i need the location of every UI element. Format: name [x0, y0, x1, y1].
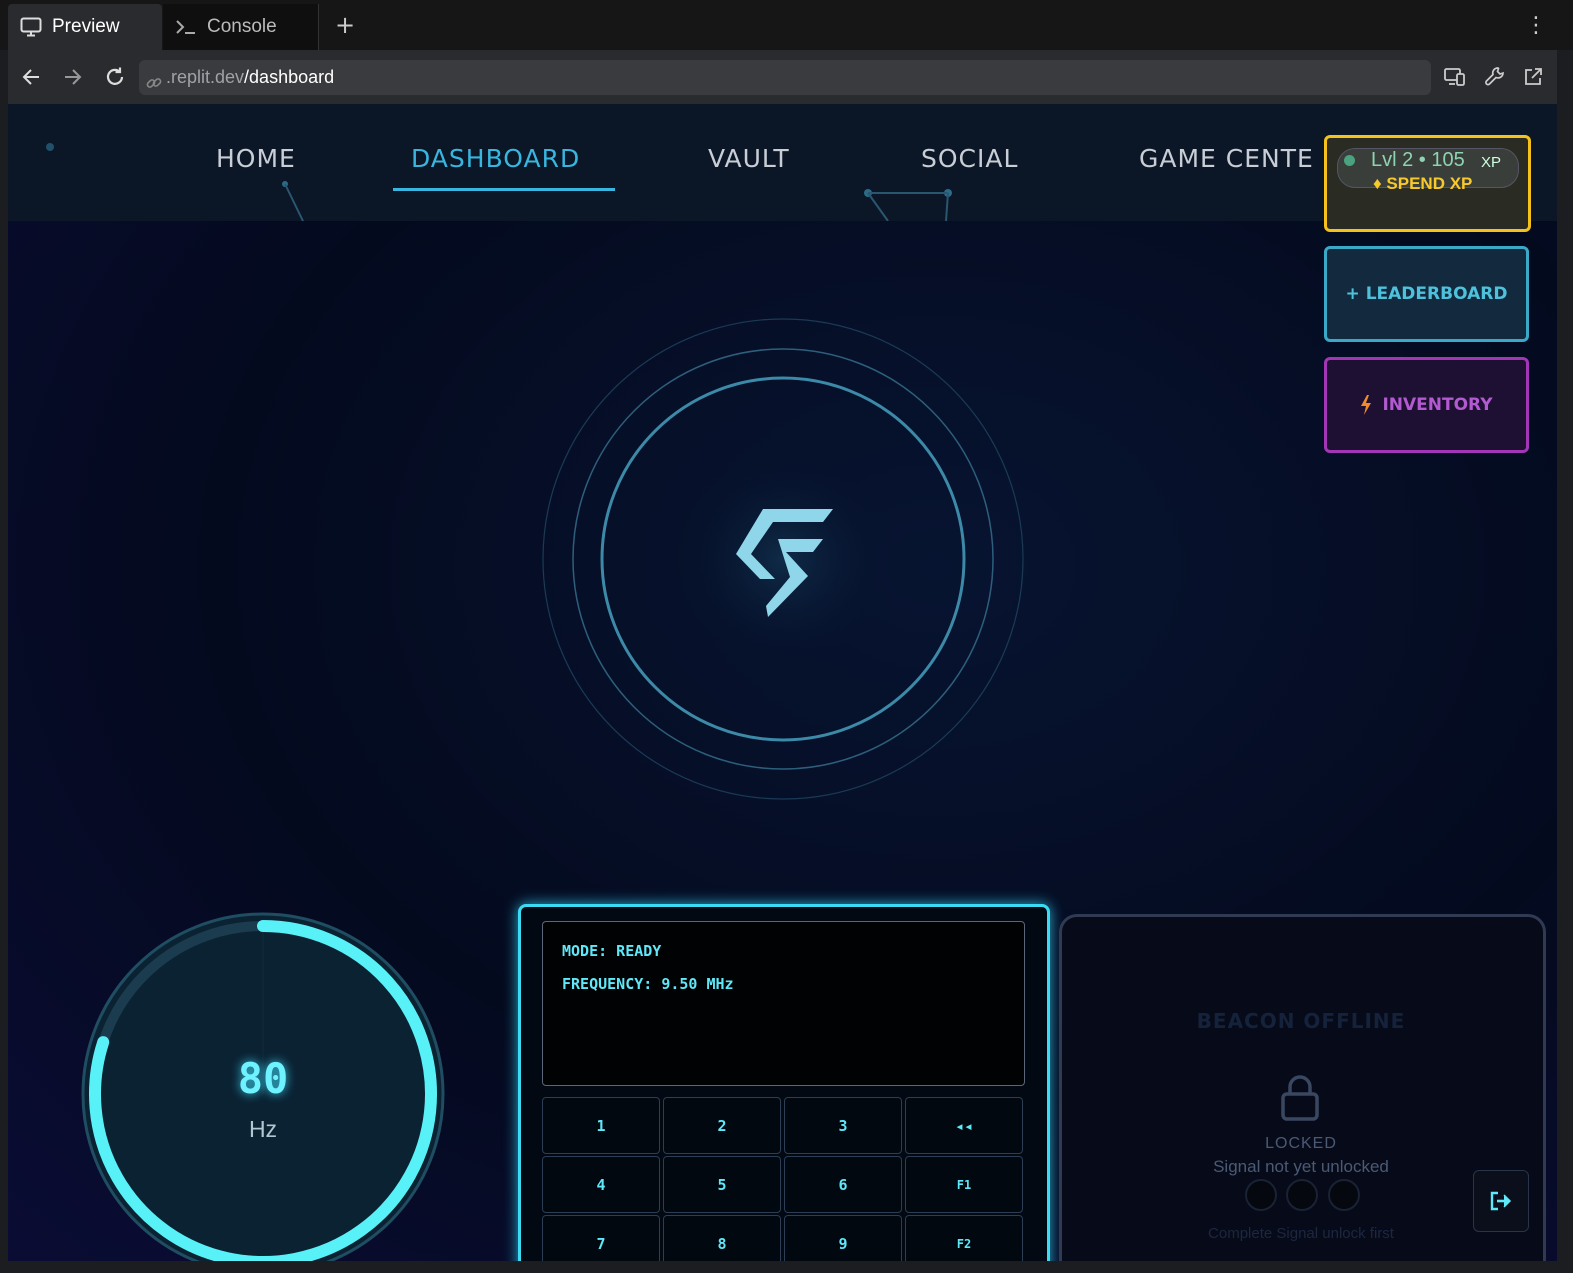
- lightning-icon: [1360, 395, 1372, 415]
- app-viewport: HOME DASHBOARD VAULT SOCIAL GAME CENTE L…: [8, 104, 1557, 1261]
- locked-label: LOCKED: [1265, 1135, 1337, 1152]
- terminal-icon: [175, 19, 197, 35]
- keypad-key[interactable]: F1: [905, 1156, 1023, 1213]
- keypad-key[interactable]: F2: [905, 1215, 1023, 1261]
- tab-console[interactable]: Console: [163, 4, 319, 50]
- leaderboard-button[interactable]: + LEADERBOARD: [1324, 246, 1529, 342]
- more-menu-icon[interactable]: ⋮: [1525, 12, 1547, 40]
- link-icon: [145, 69, 163, 104]
- nav-dashboard[interactable]: DASHBOARD: [411, 144, 580, 173]
- url-path: /dashboard: [244, 67, 335, 87]
- keypad-key[interactable]: 4: [542, 1156, 660, 1213]
- mode-text: MODE: READY: [562, 942, 662, 960]
- keypad-key[interactable]: 5: [663, 1156, 781, 1213]
- inventory-button[interactable]: INVENTORY: [1324, 357, 1529, 453]
- reload-icon[interactable]: [102, 64, 128, 90]
- spend-xp-label: ♦ SPEND XP: [1373, 174, 1473, 193]
- leaderboard-label: + LEADERBOARD: [1345, 284, 1508, 304]
- logout-icon: [1489, 1190, 1513, 1212]
- forward-arrow-icon[interactable]: [60, 64, 86, 90]
- beacon-slot: [1286, 1179, 1318, 1211]
- keypad-key[interactable]: 7: [542, 1215, 660, 1261]
- url-host: .replit.dev: [166, 67, 245, 87]
- locked-subtitle: Signal not yet unlocked: [1213, 1157, 1389, 1176]
- console-screen: MODE: READY FREQUENCY: 9.50 MHz: [542, 921, 1025, 1086]
- keypad-key[interactable]: 3: [784, 1097, 902, 1154]
- open-external-icon[interactable]: [1520, 64, 1546, 90]
- keypad-key[interactable]: 8: [663, 1215, 781, 1261]
- lock-icon: [1278, 1074, 1322, 1126]
- logout-button[interactable]: [1473, 1170, 1529, 1232]
- keypad-key[interactable]: 1: [542, 1097, 660, 1154]
- nav-game-center[interactable]: GAME CENTE: [1139, 144, 1314, 173]
- beacon-slot: [1328, 1179, 1360, 1211]
- xp-unit: XP: [1481, 154, 1502, 171]
- wrench-icon[interactable]: [1482, 64, 1508, 90]
- tab-console-label: Console: [207, 16, 277, 37]
- nav-social[interactable]: SOCIAL: [921, 144, 1018, 173]
- keypad-key[interactable]: 6: [784, 1156, 902, 1213]
- monitor-icon: [20, 17, 42, 37]
- tab-preview-label: Preview: [52, 16, 120, 37]
- new-tab-button[interactable]: +: [333, 10, 357, 40]
- beacon-slot: [1245, 1179, 1277, 1211]
- url-field[interactable]: .replit.dev/dashboard: [139, 60, 1431, 95]
- nav-home[interactable]: HOME: [216, 144, 296, 173]
- keypad-key[interactable]: ◂◂: [905, 1097, 1023, 1154]
- dial-unit: Hz: [248, 1116, 278, 1142]
- devices-icon[interactable]: [1442, 64, 1468, 90]
- xp-level-text: Lvl 2 • 105: [1371, 149, 1465, 171]
- tab-preview[interactable]: Preview: [8, 4, 162, 50]
- frequency-text: FREQUENCY: 9.50 MHz: [562, 975, 734, 993]
- beacon-title: BEACON OFFLINE: [1196, 1009, 1406, 1033]
- central-emblem[interactable]: [538, 314, 1028, 804]
- back-arrow-icon[interactable]: [18, 64, 44, 90]
- status-dot: [1344, 155, 1355, 166]
- locked-hint: Complete Signal unlock first: [1208, 1225, 1394, 1242]
- keypad-key[interactable]: 9: [784, 1215, 902, 1261]
- nav-vault[interactable]: VAULT: [708, 144, 790, 173]
- dial-value: 80: [237, 1054, 289, 1103]
- nav-active-underline: [393, 188, 615, 191]
- inventory-label: INVENTORY: [1382, 395, 1493, 415]
- keypad-key[interactable]: 2: [663, 1097, 781, 1154]
